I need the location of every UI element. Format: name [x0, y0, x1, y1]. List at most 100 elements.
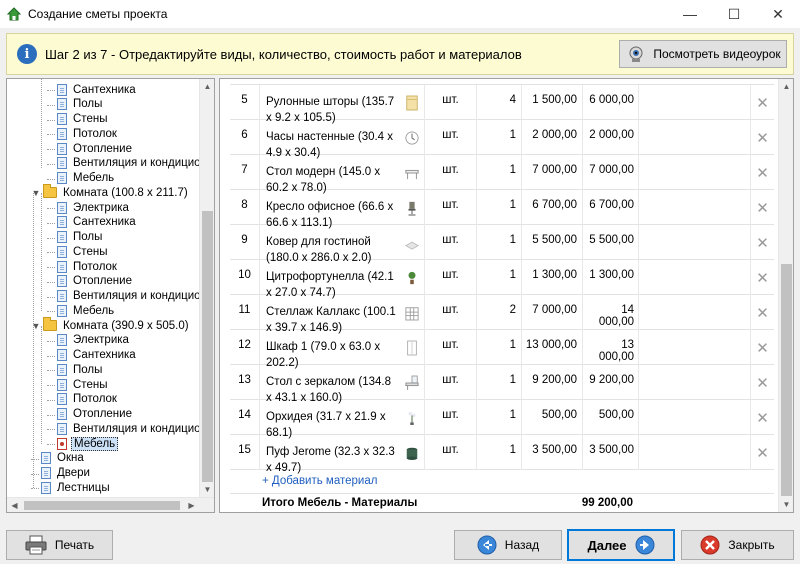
- scroll-up-icon[interactable]: ▲: [200, 79, 214, 94]
- tree-item[interactable]: Потолок: [57, 126, 119, 141]
- add-material-link[interactable]: + Добавить материал: [262, 475, 377, 487]
- material-quantity[interactable]: 1: [477, 330, 522, 365]
- material-unit: шт.: [425, 400, 477, 435]
- material-unit: шт.: [425, 225, 477, 260]
- material-quantity[interactable]: 1: [477, 155, 522, 190]
- tree-item[interactable]: Отопление: [57, 141, 134, 156]
- material-row[interactable]: 14 Орхидея (31.7 x 21.9 x 68.1) шт. 1 500,00…: [230, 400, 774, 439]
- material-quantity[interactable]: 1: [477, 120, 522, 155]
- chevron-down-icon[interactable]: ▼: [31, 188, 41, 198]
- material-row[interactable]: 9 Ковер для гостиной (180.0 x 286.0 x 2.0…: [230, 225, 774, 264]
- material-quantity[interactable]: 1: [477, 260, 522, 295]
- material-quantity[interactable]: 4: [477, 85, 522, 120]
- material-price[interactable]: 6 700,00: [522, 190, 583, 225]
- material-row[interactable]: 11 Стеллаж Каллакс (100.1 x 39.7 x 146.9)…: [230, 295, 774, 334]
- tree-item[interactable]: ▼ Комната (390.9 x 505.0): [31, 317, 191, 333]
- tree-item[interactable]: Потолок: [57, 392, 119, 407]
- delete-row-icon[interactable]: ✕: [751, 295, 774, 330]
- tree-item[interactable]: Сантехника: [57, 348, 138, 363]
- material-row[interactable]: 12 Шкаф 1 (79.0 x 63.0 x 202.2) шт. 1 13 000…: [230, 330, 774, 369]
- tree-item[interactable]: Вентиляция и кондиционир: [57, 289, 200, 304]
- scroll-right-icon[interactable]: ▶: [184, 498, 199, 512]
- material-row[interactable]: 8 Кресло офисное (66.6 x 66.6 x 113.1) шт.…: [230, 190, 774, 229]
- room-tree[interactable]: Сантехника Полы Стены Потолок Отопление Венти…: [7, 79, 200, 497]
- material-quantity[interactable]: 1: [477, 435, 522, 470]
- table-scroll-thumb[interactable]: [781, 264, 792, 496]
- delete-row-icon[interactable]: ✕: [751, 330, 774, 365]
- delete-row-icon[interactable]: ✕: [751, 225, 774, 260]
- material-row[interactable]: 7 Стол модерн (145.0 x 60.2 x 78.0) шт. 1 7 …: [230, 155, 774, 194]
- scroll-down-icon[interactable]: ▼: [779, 497, 793, 512]
- close-window-button[interactable]: ✕: [756, 0, 800, 28]
- delete-row-icon[interactable]: ✕: [751, 400, 774, 435]
- minimize-button[interactable]: —: [668, 0, 712, 28]
- tree-item[interactable]: Сантехника: [57, 82, 138, 97]
- delete-row-icon[interactable]: ✕: [751, 190, 774, 225]
- scroll-left-icon[interactable]: ◀: [7, 498, 22, 512]
- tree-item[interactable]: Полы: [57, 362, 104, 377]
- tree-item[interactable]: Стены: [57, 377, 109, 392]
- material-quantity[interactable]: 2: [477, 295, 522, 330]
- tree-item[interactable]: Вентиляция и кондиционир: [57, 421, 200, 436]
- tree-item[interactable]: Окна: [41, 451, 86, 466]
- material-price[interactable]: 9 200,00: [522, 365, 583, 400]
- tree-item[interactable]: Мебель: [57, 171, 116, 186]
- tree-item[interactable]: Лестницы: [41, 480, 112, 495]
- material-row[interactable]: 6 Часы настенные (30.4 x 4.9 x 30.4) шт. 1 2…: [230, 120, 774, 159]
- material-quantity[interactable]: 1: [477, 400, 522, 435]
- scroll-down-icon[interactable]: ▼: [200, 482, 214, 497]
- material-price[interactable]: 7 000,00: [522, 295, 583, 330]
- room-tree-panel[interactable]: Сантехника Полы Стены Потолок Отопление Венти…: [6, 78, 215, 513]
- tree-item[interactable]: Полы: [57, 97, 104, 112]
- chevron-down-icon[interactable]: ▼: [31, 321, 41, 331]
- tree-scroll-thumb[interactable]: [202, 211, 213, 482]
- back-button[interactable]: Назад: [454, 530, 562, 560]
- material-price[interactable]: 13 000,00: [522, 330, 583, 365]
- tree-item[interactable]: Двери: [41, 466, 92, 481]
- material-price[interactable]: 7 000,00: [522, 155, 583, 190]
- material-price[interactable]: 3 500,00: [522, 435, 583, 470]
- tree-item[interactable]: ▼ Комната (100.8 x 211.7): [31, 184, 190, 200]
- close-button[interactable]: Закрыть: [681, 530, 794, 560]
- watch-video-button[interactable]: Посмотреть видеоурок: [619, 40, 787, 68]
- material-row[interactable]: 5 Рулонные шторы (135.7 x 9.2 x 105.5) шт.…: [230, 85, 774, 124]
- tree-item[interactable]: Сантехника: [57, 215, 138, 230]
- print-button[interactable]: Печать: [6, 530, 113, 560]
- tree-hscroll-thumb[interactable]: [24, 501, 180, 510]
- tree-item[interactable]: Стены: [57, 244, 109, 259]
- delete-row-icon[interactable]: ✕: [751, 85, 774, 120]
- tree-item[interactable]: Электрика: [57, 333, 131, 348]
- table-vertical-scrollbar[interactable]: ▲ ▼: [778, 79, 793, 512]
- delete-row-icon[interactable]: ✕: [751, 260, 774, 295]
- delete-row-icon[interactable]: ✕: [751, 365, 774, 400]
- maximize-button[interactable]: ☐: [712, 0, 756, 28]
- tree-item[interactable]: Стены: [57, 112, 109, 127]
- tree-item[interactable]: Мебель: [57, 303, 116, 318]
- material-row[interactable]: 10 Цитрофортунелла (42.1 x 27.0 x 74.7) шт…: [230, 260, 774, 299]
- tree-branch-line: [31, 458, 39, 460]
- material-price[interactable]: 2 000,00: [522, 120, 583, 155]
- material-price[interactable]: 5 500,00: [522, 225, 583, 260]
- next-button[interactable]: Далее: [567, 529, 675, 561]
- tree-item[interactable]: Мебель: [57, 436, 119, 451]
- tree-item[interactable]: Отопление: [57, 407, 134, 422]
- material-price[interactable]: 500,00: [522, 400, 583, 435]
- scroll-up-icon[interactable]: ▲: [779, 79, 793, 94]
- tree-item[interactable]: Электрика: [57, 200, 131, 215]
- material-price[interactable]: 1 300,00: [522, 260, 583, 295]
- tree-item[interactable]: Вентиляция и кондиционир: [57, 156, 200, 171]
- delete-row-icon[interactable]: ✕: [751, 120, 774, 155]
- material-row[interactable]: 15 Пуф Jerome (32.3 x 32.3 x 49.7) шт. 1 3 5…: [230, 435, 774, 474]
- tree-item[interactable]: Отопление: [57, 274, 134, 289]
- tree-item[interactable]: Полы: [57, 230, 104, 245]
- material-quantity[interactable]: 1: [477, 225, 522, 260]
- material-price[interactable]: 1 500,00: [522, 85, 583, 120]
- delete-row-icon[interactable]: ✕: [751, 435, 774, 470]
- material-row[interactable]: 13 Стол с зеркалом (134.8 x 43.1 x 160.0)…: [230, 365, 774, 404]
- material-quantity[interactable]: 1: [477, 190, 522, 225]
- tree-vertical-scrollbar[interactable]: ▲ ▼: [199, 79, 214, 497]
- delete-row-icon[interactable]: ✕: [751, 155, 774, 190]
- tree-item[interactable]: Потолок: [57, 259, 119, 274]
- tree-horizontal-scrollbar[interactable]: ◀ ▶: [7, 497, 214, 512]
- material-quantity[interactable]: 1: [477, 365, 522, 400]
